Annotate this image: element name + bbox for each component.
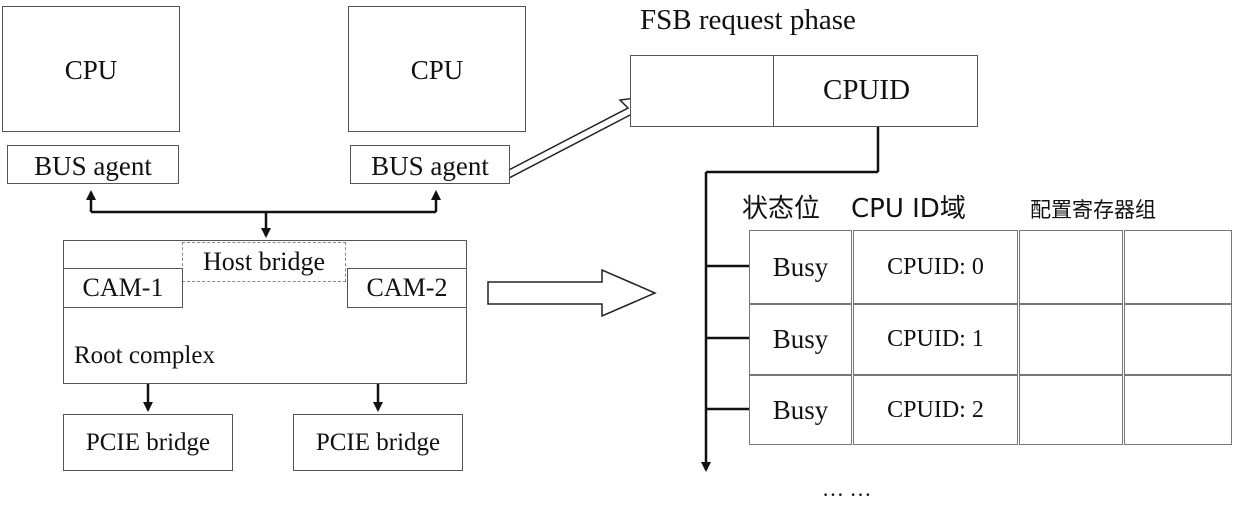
- cam-2-label: CAM-2: [366, 273, 448, 302]
- config-register-cell: [1019, 375, 1123, 445]
- cpu-label: CPU: [64, 55, 118, 85]
- cpuid-cell: CPUID: 0: [853, 230, 1018, 304]
- fsb-empty-field: [631, 56, 774, 126]
- root-complex-label: Root complex: [74, 342, 215, 369]
- bus-agent-label: BUS agent: [34, 151, 152, 181]
- status-cell: Busy: [749, 304, 852, 375]
- header-status-bit: 状态位: [742, 194, 821, 224]
- cpuid-cell: CPUID: 2: [853, 375, 1018, 445]
- cpuid-field-label: CPUID: [823, 74, 911, 106]
- host-bridge-box: Host bridge: [182, 242, 346, 282]
- config-register-cell: [1019, 230, 1123, 304]
- bus-agent-box-1: BUS agent: [7, 145, 179, 184]
- status-cell: Busy: [749, 230, 852, 304]
- config-register-cell: [1124, 375, 1232, 445]
- table-continuation-ellipsis: … …: [822, 476, 872, 501]
- header-config-registers: 配置寄存器组: [1030, 198, 1156, 222]
- bus-agent-label: BUS agent: [371, 151, 489, 181]
- cpu-box-2: CPU: [348, 6, 526, 132]
- pcie-bridge-box-2: PCIE bridge: [293, 414, 463, 471]
- cam-1-label: CAM-1: [82, 273, 164, 302]
- cam-2-box: CAM-2: [347, 268, 467, 308]
- pcie-bridge-label: PCIE bridge: [315, 429, 441, 456]
- pcie-bridge-box-1: PCIE bridge: [63, 414, 233, 471]
- header-cpu-id-field: CPU ID域: [851, 194, 966, 224]
- pcie-bridge-label: PCIE bridge: [85, 429, 211, 456]
- bus-agent-box-2: BUS agent: [350, 145, 510, 184]
- config-register-cell: [1124, 304, 1232, 375]
- config-register-cell: [1019, 304, 1123, 375]
- status-cell: Busy: [749, 375, 852, 445]
- cpu-box-1: CPU: [2, 6, 180, 132]
- cam-1-box: CAM-1: [63, 268, 183, 308]
- cpu-label: CPU: [410, 55, 464, 85]
- cpuid-cell: CPUID: 1: [853, 304, 1018, 375]
- hollow-arrow-to-table: [487, 268, 657, 318]
- fsb-packet-box: CPUID: [630, 55, 978, 127]
- host-bridge-label: Host bridge: [202, 247, 326, 276]
- system-bus-connector: [86, 190, 441, 238]
- diagram-canvas: CPU BUS agent CPU BUS agent Root complex…: [0, 0, 1240, 509]
- config-register-cell: [1124, 230, 1232, 304]
- fsb-title: FSB request phase: [640, 4, 856, 36]
